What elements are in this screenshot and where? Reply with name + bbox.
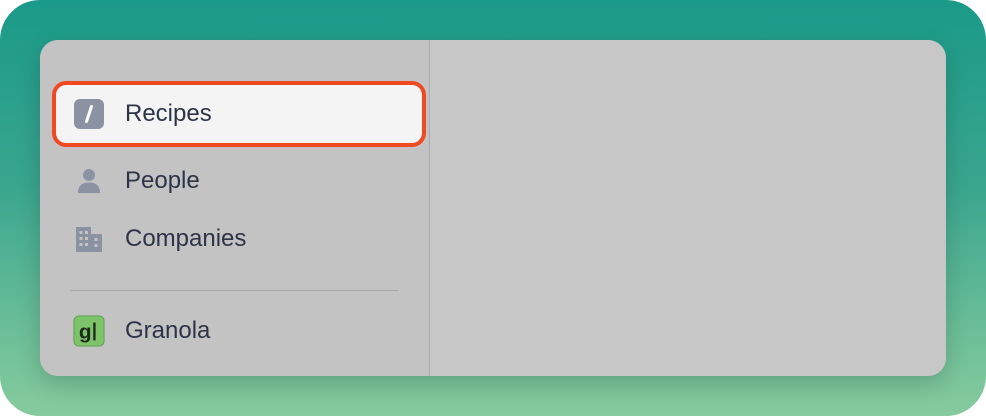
sidebar-item-label: Companies xyxy=(125,225,247,252)
person-icon xyxy=(73,165,105,197)
sidebar: Recipes People Companies g Granola xyxy=(40,40,430,376)
sidebar-item-label: Granola xyxy=(125,317,211,344)
sidebar-item-companies[interactable]: Companies xyxy=(56,210,422,268)
sidebar-divider xyxy=(70,290,398,291)
slash-command-icon xyxy=(73,98,105,130)
sidebar-item-people[interactable]: People xyxy=(56,152,422,210)
building-icon xyxy=(73,223,105,255)
app-window: Recipes People Companies g Granola xyxy=(40,40,946,376)
granola-icon-letter: g xyxy=(79,321,92,344)
granola-app-icon: g xyxy=(73,315,105,347)
sidebar-item-label: People xyxy=(125,167,200,194)
sidebar-item-granola[interactable]: g Granola xyxy=(56,302,422,360)
content-pane xyxy=(430,40,946,376)
sidebar-item-label: Recipes xyxy=(125,100,212,127)
sidebar-item-recipes[interactable]: Recipes xyxy=(52,81,426,147)
desktop-backdrop: Recipes People Companies g Granola xyxy=(0,0,986,416)
